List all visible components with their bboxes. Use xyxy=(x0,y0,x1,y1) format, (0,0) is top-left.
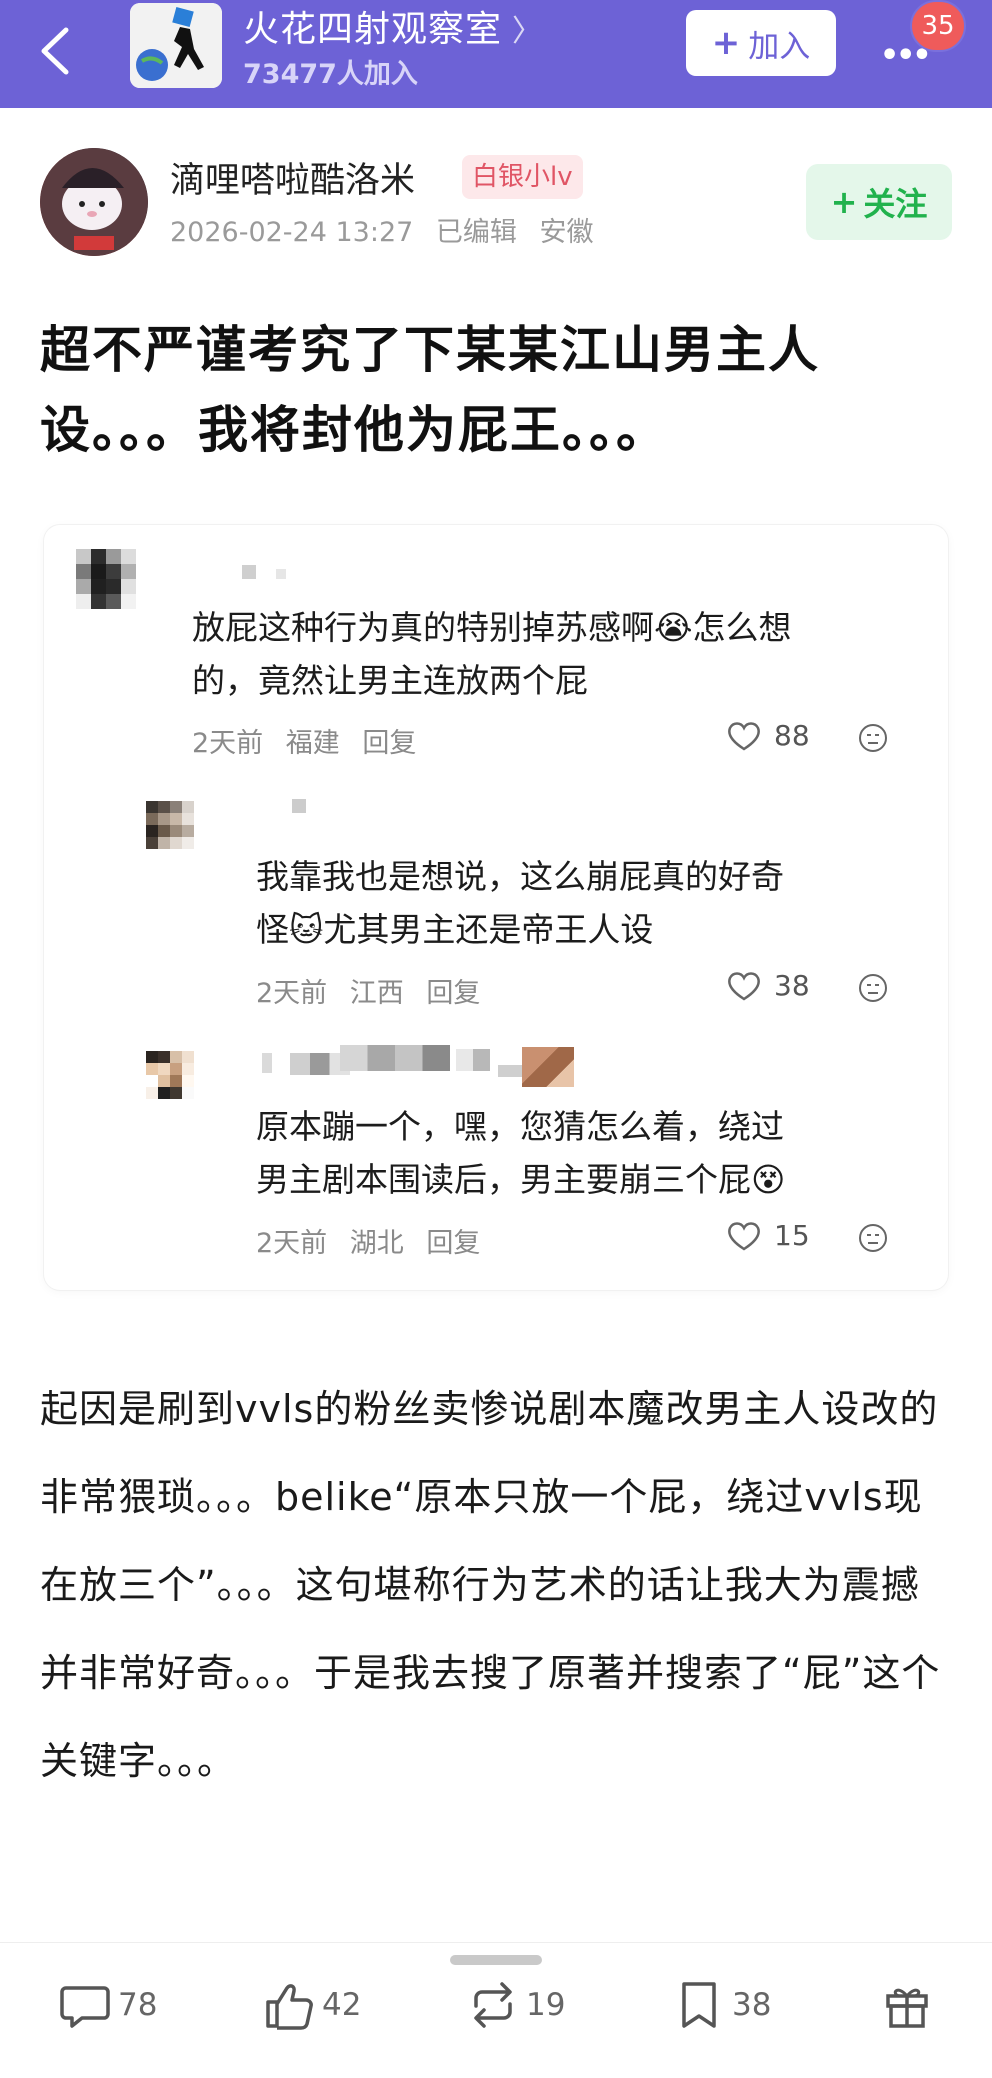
comment-meta: 2天前 福建 回复 xyxy=(192,721,430,760)
like-button[interactable]: 42 xyxy=(262,1978,361,2032)
group-title[interactable]: 火花四射观察室〉 xyxy=(243,0,543,52)
comment-region: 湖北 xyxy=(349,1228,404,1259)
gift-button[interactable] xyxy=(880,1978,934,2032)
repost-button[interactable]: 19 xyxy=(466,1978,565,2032)
comment-time: 2天前 xyxy=(192,728,264,759)
comment-like-count: 38 xyxy=(774,969,810,1002)
comment-reply: 回复 xyxy=(362,728,417,759)
comment-time: 2天前 xyxy=(256,978,328,1009)
gift-icon xyxy=(886,1988,928,2028)
post-timestamp: 2026-02-24 13:27 xyxy=(170,217,414,248)
comment-bubble-icon xyxy=(60,1986,110,2028)
comment-like: 15 xyxy=(726,1219,810,1252)
reply-avatar xyxy=(146,801,194,849)
comment-region: 江西 xyxy=(349,978,404,1009)
comment-reply: 回复 xyxy=(426,1228,481,1259)
post-location: 安徽 xyxy=(539,217,594,248)
author-name[interactable]: 滴哩嗒啦酷洛米 xyxy=(170,152,415,203)
comment-text-line: 的，竟然让男主连放两个屁 xyxy=(192,661,588,700)
comment-avatar xyxy=(76,549,136,609)
blurred-username xyxy=(262,1053,272,1073)
chevron-right-icon: 〉 xyxy=(512,14,544,49)
comment-meta: 2天前 湖北 回复 xyxy=(256,1221,494,1260)
group-title-text: 火花四射观察室 xyxy=(243,9,503,50)
join-button[interactable]: + 加入 xyxy=(686,10,836,76)
repost-count: 19 xyxy=(526,1987,566,2023)
level-badge: 白银小lv xyxy=(462,155,583,199)
post-title: 超不严谨考究了下某某江山男主人设。。。我将封他为屁王。。。 xyxy=(40,321,820,459)
group-avatar-image xyxy=(130,3,222,88)
author-avatar[interactable] xyxy=(40,148,148,256)
repost-icon xyxy=(474,1982,512,2028)
blurred-username xyxy=(340,1045,450,1071)
emoji-reaction-icon xyxy=(859,1224,887,1252)
chevron-left-icon xyxy=(41,27,69,75)
join-button-label: 加入 xyxy=(748,28,811,65)
comment-meta: 2天前 江西 回复 xyxy=(256,971,494,1010)
follow-button[interactable]: + 关注 xyxy=(806,164,952,240)
comment-like-count: 88 xyxy=(774,719,810,752)
comment-text-line: 放屁这种行为真的特别掉苏感啊😭怎么想 xyxy=(192,608,792,647)
post-meta: 2026-02-24 13:27 已编辑 安徽 xyxy=(170,210,608,249)
edited-label: 已编辑 xyxy=(435,217,517,248)
heart-icon xyxy=(728,721,760,750)
group-member-count: 73477人加入 xyxy=(243,59,418,90)
embedded-comment-screenshot: 放屁这种行为真的特别掉苏感啊😭怎么想 的，竟然让男主连放两个屁 2天前 福建 回… xyxy=(44,525,948,1290)
back-button[interactable] xyxy=(32,18,78,84)
comment-region: 福建 xyxy=(285,728,340,759)
favorite-count: 38 xyxy=(732,1987,772,2023)
comment-count: 78 xyxy=(118,1987,158,2023)
bookmark-icon xyxy=(682,1982,716,2028)
heart-icon xyxy=(728,1221,760,1250)
post-body: 起因是刷到vvls的粉丝卖惨说剧本魔改男主人设改的非常猥琐。。。belike“原… xyxy=(40,1387,941,1783)
comment-reply: 回复 xyxy=(426,978,481,1009)
comment-time: 2天前 xyxy=(256,1228,328,1259)
comment-button[interactable]: 78 xyxy=(58,1978,157,2032)
group-avatar[interactable] xyxy=(130,3,222,88)
heart-icon xyxy=(728,971,760,1000)
emoji-reaction-icon xyxy=(859,974,887,1002)
notification-badge: 35 xyxy=(910,0,966,52)
comment-like: 38 xyxy=(726,969,810,1002)
blurred-username xyxy=(292,799,306,813)
comment-text-line: 原本蹦一个，嘿，您猜怎么着，绕过 xyxy=(256,1107,784,1146)
like-count: 42 xyxy=(322,1987,362,2023)
blurred-username xyxy=(242,565,256,579)
blurred-username xyxy=(522,1047,574,1087)
plus-icon: + xyxy=(830,183,858,221)
comment-like-count: 15 xyxy=(774,1219,810,1252)
blurred-username xyxy=(276,569,286,579)
reply-avatar xyxy=(146,1051,194,1099)
drag-handle[interactable] xyxy=(450,1955,542,1965)
comment-text-line: 我靠我也是想说，这么崩屁真的好奇 xyxy=(256,857,784,896)
plus-icon: + xyxy=(711,23,741,63)
follow-button-label: 关注 xyxy=(863,185,928,223)
emoji-reaction-icon xyxy=(859,724,887,752)
blurred-username xyxy=(456,1049,490,1071)
favorite-button[interactable]: 38 xyxy=(672,1978,771,2032)
comment-text-line: 男主剧本围读后，男主要崩三个屁😵 xyxy=(256,1160,786,1199)
comment-like: 88 xyxy=(726,719,810,752)
blurred-username xyxy=(498,1065,522,1077)
thumbs-up-icon xyxy=(266,1984,313,2030)
group-header: 火花四射观察室〉 73477人加入 + 加入 ••• 35 xyxy=(0,0,992,108)
comment-text-line: 怪🐱尤其男主还是帝王人设 xyxy=(256,910,654,949)
avatar-image xyxy=(40,148,148,256)
